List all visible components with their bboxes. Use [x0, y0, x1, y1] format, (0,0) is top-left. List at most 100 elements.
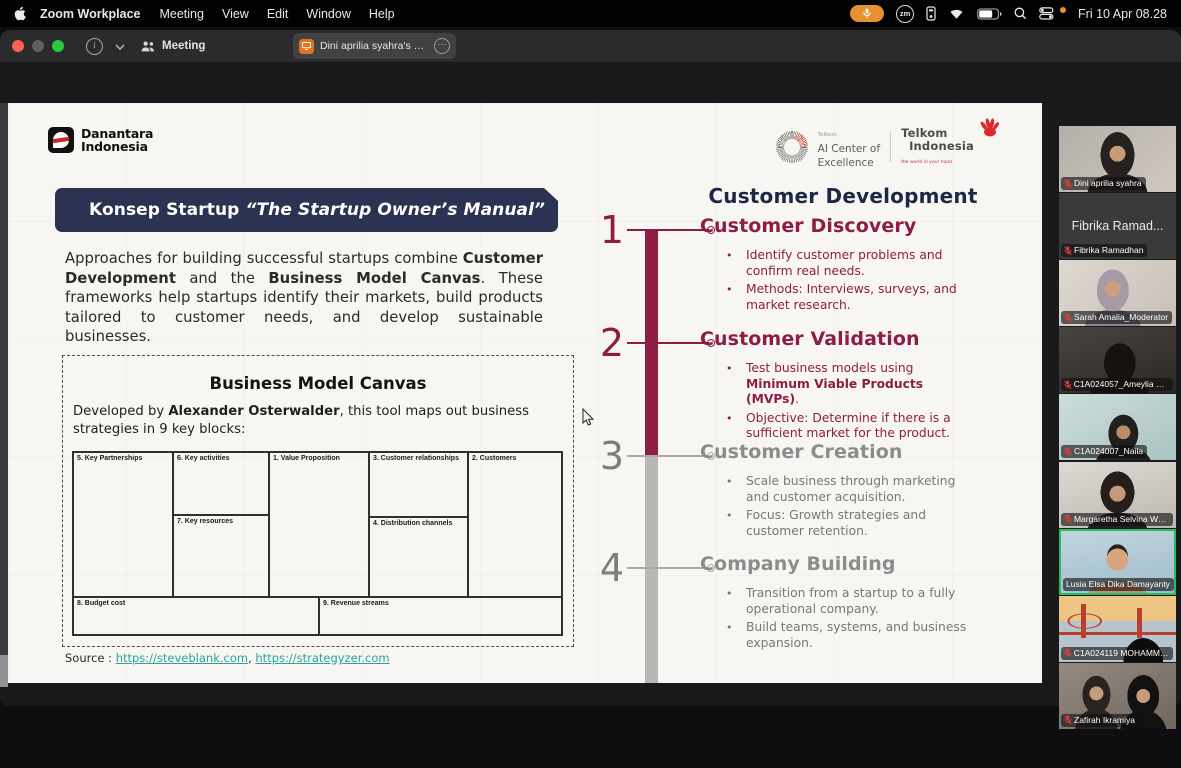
muted-mic-icon	[1064, 447, 1072, 457]
screen-share-icon	[299, 39, 314, 54]
close-button[interactable]	[12, 40, 24, 52]
meeting-tab-home[interactable]: Meeting	[141, 40, 205, 52]
participant-tile-3[interactable]: Sarah Amalia_Moderator	[1059, 260, 1176, 326]
section-bullets: •Test business models using Minimum Viab…	[712, 361, 974, 445]
participant-name-label: Margaretha Selvina W_...	[1061, 513, 1173, 526]
menubar-clock[interactable]: Fri 10 Apr 08.28	[1078, 7, 1167, 21]
telkom-indonesia-logo: Telkom Indonesia the world in your hand	[901, 126, 1000, 169]
shared-screen-tab[interactable]: Dini aprilia syahra's screen ⋯	[293, 33, 456, 59]
menu-item-edit[interactable]: Edit	[258, 7, 298, 21]
participant-tile-8[interactable]: C1A024119 MOHAMMA...	[1059, 596, 1176, 662]
participant-tile-9[interactable]: Zafirah Ikramiya	[1059, 663, 1176, 729]
menu-app-name[interactable]: Zoom Workplace	[30, 7, 150, 21]
telkom-hand-icon	[978, 118, 1000, 139]
bullet-item: •Identify customer problems and confirm …	[712, 248, 974, 279]
bmc-table: 5. Key Partnerships 6. Key activities 7.…	[72, 451, 563, 636]
participant-name-label: Zafirah Ikramiya	[1061, 714, 1139, 727]
desktop: Zoom Workplace Meeting View Edit Window …	[0, 0, 1181, 768]
bullet-dot: •	[712, 586, 746, 617]
zoom-menubar-icon[interactable]: zm	[896, 5, 914, 23]
participant-tile-7[interactable]: Lusia Elsa Dika Damayanty	[1059, 529, 1176, 595]
battery-icon[interactable]	[977, 8, 1002, 20]
bullet-text: Methods: Interviews, surveys, and market…	[746, 282, 974, 313]
business-model-canvas-box: Business Model Canvas Developed by Alexa…	[62, 355, 574, 647]
muted-mic-icon	[1064, 715, 1072, 725]
step-connector-line	[627, 342, 709, 344]
menu-item-help[interactable]: Help	[360, 7, 404, 21]
participant-name-label: C1A024007_Naila	[1061, 445, 1147, 458]
mic-active-dot	[1060, 7, 1066, 13]
partner-logos: Telkom AI Center of Excellence Telkom In…	[776, 125, 1000, 169]
bullet-item: •Scale business through marketing and cu…	[712, 474, 974, 505]
bullet-item: •Focus: Growth strategies and customer r…	[712, 508, 974, 539]
bmc-cell-budget-cost: 8. Budget cost	[73, 597, 319, 635]
participant-tile-2[interactable]: Fibrika Ramad...Fibrika Ramadhan	[1059, 193, 1176, 259]
menu-item-meeting[interactable]: Meeting	[150, 7, 212, 21]
participant-name: Lusia Elsa Dika Damayanty	[1066, 579, 1170, 590]
info-icon[interactable]: i	[86, 38, 103, 55]
menu-item-window[interactable]: Window	[297, 7, 359, 21]
mic-in-use-indicator[interactable]	[850, 5, 884, 22]
participant-name-label: Fibrika Ramadhan	[1061, 244, 1147, 257]
danantara-logo-mark	[48, 127, 74, 153]
window-title-bar: i Meeting Dini aprilia syahra's screen ⋯	[0, 30, 1181, 62]
shared-screen-tab-label: Dini aprilia syahra's screen	[320, 40, 428, 52]
source-link-steveblank[interactable]: https://steveblank.com	[116, 651, 248, 665]
section-bullets: •Transition from a startup to a fully op…	[712, 586, 974, 654]
muted-mic-icon	[1064, 313, 1072, 323]
step-connector-line	[627, 455, 709, 457]
tab-options-icon[interactable]: ⋯	[434, 38, 450, 54]
participant-name: C1A024119 MOHAMMA...	[1074, 648, 1169, 659]
bullet-item: •Methods: Interviews, surveys, and marke…	[712, 282, 974, 313]
source-link-strategyzer[interactable]: https://strategyzer.com	[255, 651, 389, 665]
participant-tile-4[interactable]: C1A024057_Ameylia Fa...	[1059, 327, 1176, 393]
bmc-cell-key-activities: 6. Key activities	[173, 452, 269, 515]
source-line: Source : https://steveblank.com, https:/…	[65, 651, 390, 665]
section-heading-company-building: Company Building	[700, 553, 896, 575]
participant-name-label: Dini aprilia syahra	[1061, 177, 1146, 190]
fullscreen-button[interactable]	[52, 40, 64, 52]
aicoe-logo-icon	[776, 131, 808, 163]
intro-paragraph: Approaches for building successful start…	[65, 249, 543, 347]
bullet-item: •Build teams, systems, and business expa…	[712, 620, 974, 651]
bmc-cell-distribution-channels: 4. Distribution channels	[369, 517, 468, 597]
apple-menu-icon[interactable]	[13, 6, 26, 21]
spotlight-search-icon[interactable]	[1014, 7, 1027, 20]
bmc-cell-key-resources: 7. Key resources	[173, 515, 269, 597]
bullet-dot: •	[712, 361, 746, 408]
danantara-logo: Danantara Indonesia	[48, 127, 153, 153]
step-number-3: 3	[588, 438, 624, 474]
screen-edge-notch	[0, 655, 8, 687]
step-number-2: 2	[588, 325, 624, 361]
section-heading-customer-creation: Customer Creation	[700, 441, 902, 463]
minimize-button[interactable]	[32, 40, 44, 52]
chevron-down-icon[interactable]	[115, 37, 125, 55]
bullet-dot: •	[712, 411, 746, 442]
participant-name: C1A024057_Ameylia Fa...	[1074, 379, 1169, 390]
device-status-icon[interactable]	[926, 6, 936, 21]
bmc-description: Developed by Alexander Osterwalder, this…	[73, 403, 561, 438]
wifi-icon[interactable]	[948, 8, 965, 20]
bmc-cell-customers: 2. Customers	[468, 452, 562, 597]
menu-item-view[interactable]: View	[213, 7, 258, 21]
muted-mic-icon	[1064, 380, 1072, 390]
muted-mic-icon	[1064, 246, 1072, 256]
right-column-title: Customer Development	[698, 184, 988, 208]
bmc-cell-value-proposition: 1. Value Proposition	[269, 452, 369, 597]
participant-name-label: C1A024057_Ameylia Fa...	[1061, 378, 1173, 391]
slide-title-banner: Konsep Startup “The Startup Owner’s Manu…	[55, 188, 558, 232]
bullet-text: Transition from a startup to a fully ope…	[746, 586, 974, 617]
control-center-icon[interactable]	[1039, 7, 1054, 20]
step-connector-line	[627, 567, 709, 569]
participant-tile-6[interactable]: Margaretha Selvina W_...	[1059, 462, 1176, 528]
muted-mic-icon	[1064, 179, 1072, 189]
bullet-text: Scale business through marketing and cus…	[746, 474, 974, 505]
bullet-text: Build teams, systems, and business expan…	[746, 620, 974, 651]
participant-tile-1[interactable]: Dini aprilia syahra	[1059, 126, 1176, 192]
participant-tile-5[interactable]: C1A024007_Naila	[1059, 394, 1176, 460]
people-icon	[141, 41, 155, 52]
section-bullets: •Identify customer problems and confirm …	[712, 248, 974, 316]
bullet-item: •Test business models using Minimum Viab…	[712, 361, 974, 408]
bullet-dot: •	[712, 474, 746, 505]
bullet-dot: •	[712, 282, 746, 313]
